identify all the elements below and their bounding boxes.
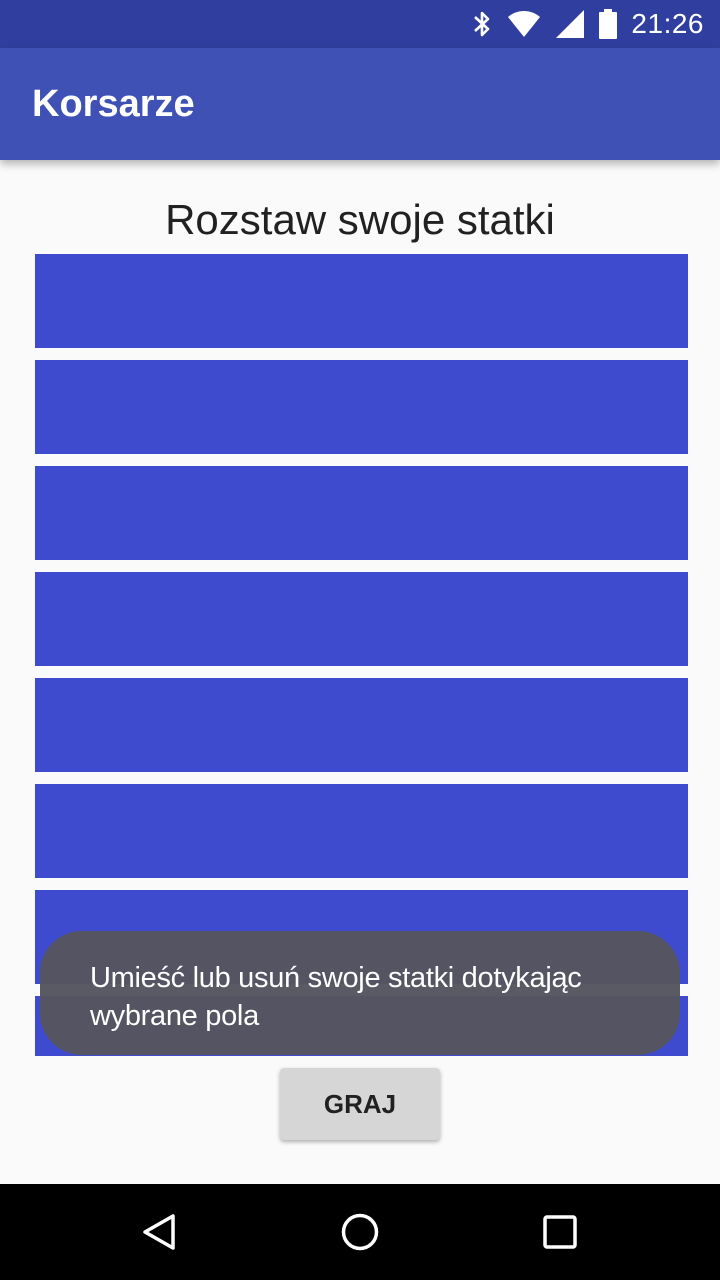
wifi-icon: [507, 10, 541, 38]
board-row-5[interactable]: [35, 678, 688, 772]
board-row-1[interactable]: [35, 254, 688, 348]
signal-icon: [555, 9, 585, 39]
back-button[interactable]: [100, 1184, 220, 1280]
board-row-4[interactable]: [35, 572, 688, 666]
screen: 21:26 Korsarze Rozstaw swoje statki Umie…: [0, 0, 720, 1280]
battery-icon: [599, 9, 618, 39]
home-icon: [340, 1212, 380, 1252]
recents-icon: [540, 1212, 580, 1252]
board-row-6[interactable]: [35, 784, 688, 878]
recents-button[interactable]: [500, 1184, 620, 1280]
toast-message: Umieść lub usuń swoje statki dotykając w…: [40, 931, 680, 1055]
play-button[interactable]: GRAJ: [280, 1068, 440, 1140]
status-time: 21:26: [631, 8, 704, 39]
board-row-3[interactable]: [35, 466, 688, 560]
navigation-bar: [0, 1184, 720, 1280]
toast-line-2: wybrane pola: [90, 1000, 259, 1032]
app-title: Korsarze: [32, 83, 195, 125]
board-row-2[interactable]: [35, 360, 688, 454]
toast-line-1: Umieść lub usuń swoje statki dotykając: [90, 962, 582, 994]
page-heading: Rozstaw swoje statki: [165, 196, 555, 243]
back-icon: [140, 1212, 180, 1252]
home-button[interactable]: [300, 1184, 420, 1280]
status-icons: 21:26: [471, 0, 704, 48]
status-bar: 21:26: [0, 0, 720, 48]
bluetooth-icon: [471, 9, 493, 39]
app-bar: Korsarze: [0, 48, 720, 160]
